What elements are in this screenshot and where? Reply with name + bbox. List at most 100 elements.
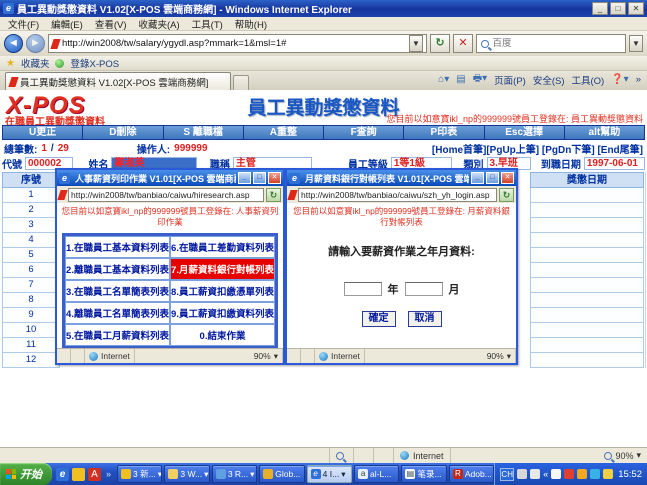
grid-row[interactable] bbox=[530, 188, 644, 203]
stop-button[interactable]: ✕ bbox=[453, 34, 473, 53]
address-field[interactable]: http://win2008/tw/salary/ygydl.asp?mmark… bbox=[48, 34, 427, 53]
tray-overflow-icon[interactable]: « bbox=[543, 469, 548, 479]
menu-item-5[interactable]: 5.在職員工月薪資料列表 bbox=[65, 324, 170, 346]
maximize-button[interactable]: □ bbox=[610, 2, 626, 15]
dialog1-zoom[interactable]: 90% ▾ bbox=[250, 349, 283, 363]
dialog1-zoom-level[interactable]: 90% bbox=[254, 351, 271, 361]
month-input[interactable] bbox=[404, 282, 443, 296]
url-text[interactable]: http://win2008/tw/salary/ygydl.asp?mmark… bbox=[62, 38, 406, 49]
print-button[interactable]: P印表 bbox=[404, 126, 485, 139]
document-tray-icon[interactable] bbox=[551, 469, 562, 479]
ime-indicator[interactable]: CH bbox=[500, 467, 515, 481]
resign-file-button[interactable]: S 離職檔 bbox=[163, 126, 244, 139]
grid-row[interactable]: 5 bbox=[2, 248, 60, 263]
grid-row[interactable]: 3 bbox=[2, 218, 60, 233]
dialog2-zoom-level[interactable]: 90% bbox=[487, 351, 504, 361]
delete-button[interactable]: D刪除 bbox=[83, 126, 164, 139]
shield-tray-icon[interactable] bbox=[590, 469, 601, 479]
dialog2-close-button[interactable]: ✕ bbox=[501, 172, 514, 184]
grid-row[interactable] bbox=[530, 203, 644, 218]
favorites-button[interactable]: 收藏夹 bbox=[21, 56, 50, 70]
dialog2-maximize-button[interactable]: □ bbox=[486, 172, 499, 184]
dialog1-minimize-button[interactable]: _ bbox=[238, 172, 251, 184]
task-button-notes[interactable]: ▤ 笔录... bbox=[401, 465, 447, 483]
search-box[interactable] bbox=[476, 34, 626, 53]
address-dropdown-icon[interactable]: ▼ bbox=[409, 35, 423, 52]
menu-tools[interactable]: 工具(T) bbox=[192, 17, 223, 31]
grid-row[interactable] bbox=[530, 263, 644, 278]
task-button-folders[interactable]: 3 W... ▾ bbox=[164, 465, 210, 483]
esc-select-button[interactable]: Esc選擇 bbox=[484, 126, 565, 139]
dialog1-go-icon[interactable]: ↻ bbox=[266, 187, 281, 202]
home-icon[interactable]: ⌂▾ bbox=[438, 74, 449, 85]
dialog2-titlebar[interactable]: e 月薪資料銀行對帳列表 V1.01[X-POS 雲端商務... _ □ ✕ bbox=[287, 170, 516, 186]
search-options-icon[interactable]: ▼ bbox=[629, 35, 643, 52]
status-tray-icon[interactable] bbox=[603, 469, 614, 479]
grid-row[interactable] bbox=[530, 218, 644, 233]
grid-row[interactable] bbox=[530, 293, 644, 308]
menu-item-7-selected[interactable]: 7.月薪資料銀行對帳列表 bbox=[170, 258, 275, 280]
menu-item-6[interactable]: 6.在職員工差勤資料列表 bbox=[170, 236, 275, 258]
alert-tray-icon[interactable] bbox=[564, 469, 575, 479]
grid-row[interactable]: 10 bbox=[2, 323, 60, 338]
menu-item-4[interactable]: 4.離職員工名單簡表列表 bbox=[65, 302, 170, 324]
help-tray-icon[interactable] bbox=[530, 469, 541, 479]
dialog2-url[interactable]: http://win2008/tw/banbiao/caiwu/szh_yh_l… bbox=[301, 190, 490, 200]
help-icon[interactable]: ❓▾ bbox=[611, 74, 628, 85]
zoom-control[interactable]: 90% ▾ bbox=[598, 450, 647, 461]
grid-row[interactable] bbox=[530, 323, 644, 338]
start-button[interactable]: 开始 bbox=[0, 463, 52, 485]
task-button-r-group[interactable]: 3 R... ▾ bbox=[211, 465, 258, 483]
menu-item-2[interactable]: 2.離職員工基本資料列表 bbox=[65, 258, 170, 280]
task-button-al-l[interactable]: a al-L... bbox=[354, 465, 400, 483]
dialog1-close-button[interactable]: ✕ bbox=[268, 172, 281, 184]
rebuild-button[interactable]: A重整 bbox=[243, 126, 324, 139]
grid-row[interactable]: 12 bbox=[2, 353, 60, 368]
menu-file[interactable]: 文件(F) bbox=[8, 17, 39, 31]
forward-button[interactable]: ► bbox=[26, 34, 45, 53]
app-quicklaunch-icon[interactable]: A bbox=[88, 467, 101, 481]
menu-item-9[interactable]: 9.員工薪資扣繳資料列表 bbox=[170, 302, 275, 324]
dialog1-maximize-button[interactable]: □ bbox=[253, 172, 266, 184]
year-input[interactable] bbox=[343, 282, 382, 296]
refresh-button[interactable]: ↻ bbox=[430, 34, 450, 53]
dialog1-address-field[interactable]: http://win2008/tw/banbiao/caiwu/hiresear… bbox=[68, 187, 264, 202]
grid-row[interactable]: 9 bbox=[2, 308, 60, 323]
menu-item-0-exit[interactable]: 0.結束作業 bbox=[170, 324, 275, 346]
zoom-dropdown-icon[interactable]: ▾ bbox=[507, 351, 511, 362]
grid-row[interactable]: 6 bbox=[2, 263, 60, 278]
cancel-button[interactable]: 取消 bbox=[407, 311, 442, 327]
grid-row[interactable]: 1 bbox=[2, 188, 60, 203]
page-menu-button[interactable]: 页面(P) bbox=[494, 73, 526, 87]
print-icon[interactable]: 🖶▾ bbox=[473, 71, 487, 88]
grid-row[interactable] bbox=[530, 233, 644, 248]
menu-item-3[interactable]: 3.在職員工名單簡表列表 bbox=[65, 280, 170, 302]
star-tray-icon[interactable] bbox=[577, 469, 588, 479]
favorite-link-xpos[interactable]: 登錄X-POS bbox=[70, 56, 119, 70]
qq-icon[interactable] bbox=[72, 467, 85, 481]
grid-row[interactable] bbox=[530, 308, 644, 323]
task-button-adobe[interactable]: R Adob... bbox=[448, 465, 495, 483]
quicklaunch-overflow-icon[interactable]: » bbox=[104, 469, 113, 479]
grid-row[interactable]: 2 bbox=[2, 203, 60, 218]
dialog1-titlebar[interactable]: e 人事薪資列印作業 V1.01[X-POS 雲端商務網] _ □ ✕ bbox=[57, 170, 283, 186]
minimize-button[interactable]: _ bbox=[592, 2, 608, 15]
menu-view[interactable]: 查看(V) bbox=[95, 17, 127, 31]
command-overflow-icon[interactable]: » bbox=[636, 74, 641, 85]
tab-active[interactable]: 員工異動獎懲資料 V1.02[X-POS 雲端商務網] bbox=[5, 72, 231, 90]
alt-help-button[interactable]: alt幫助 bbox=[564, 126, 644, 139]
new-tab-button[interactable] bbox=[233, 75, 249, 90]
task-button-qq-group[interactable]: 3 新... ▾ bbox=[117, 465, 163, 483]
menu-help[interactable]: 帮助(H) bbox=[235, 17, 267, 31]
grid-row[interactable]: 4 bbox=[2, 233, 60, 248]
menu-favorites[interactable]: 收藏夹(A) bbox=[138, 17, 179, 31]
safety-menu-button[interactable]: 安全(S) bbox=[533, 73, 565, 87]
update-button[interactable]: U更正 bbox=[3, 126, 84, 139]
grid-row[interactable]: 7 bbox=[2, 278, 60, 293]
grid-row[interactable]: 8 bbox=[2, 293, 60, 308]
confirm-button[interactable]: 確定 bbox=[361, 311, 396, 327]
search-input[interactable] bbox=[492, 38, 621, 49]
tools-menu-button[interactable]: 工具(O) bbox=[572, 73, 605, 87]
dialog2-go-icon[interactable]: ↻ bbox=[499, 187, 514, 202]
close-button[interactable]: ✕ bbox=[628, 2, 644, 15]
